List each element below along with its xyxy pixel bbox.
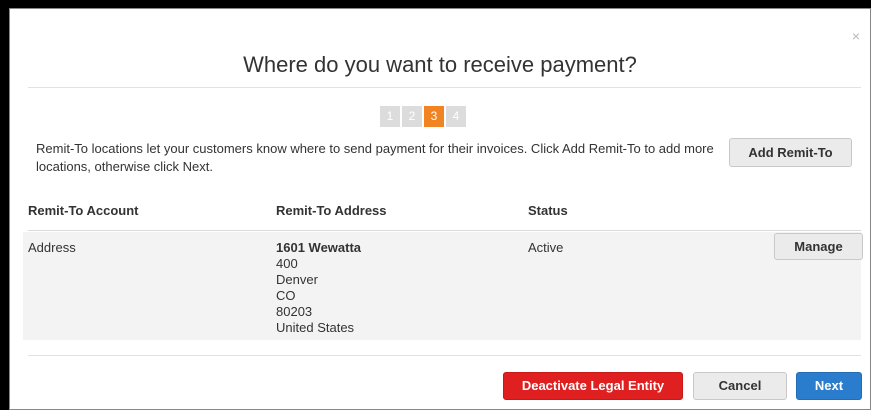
manage-button[interactable]: Manage xyxy=(774,233,863,260)
header-status: Status xyxy=(528,203,568,218)
address-state: CO xyxy=(276,288,296,303)
close-icon[interactable]: × xyxy=(852,29,860,43)
dialog-title: Where do you want to receive payment? xyxy=(243,52,637,77)
header-account: Remit-To Account xyxy=(28,203,139,218)
footer-divider xyxy=(28,355,861,356)
step-indicator: 1 2 3 4 xyxy=(380,106,466,127)
address-cell: 1601 Wewatta 400 Denver CO 80203 United … xyxy=(276,240,361,336)
divider xyxy=(28,87,861,88)
status-cell: Active xyxy=(528,240,564,255)
address-street: 1601 Wewatta xyxy=(276,240,362,255)
account-cell: Address xyxy=(28,240,76,255)
add-remit-to-button[interactable]: Add Remit-To xyxy=(729,138,852,167)
payment-dialog: × Where do you want to receive payment? … xyxy=(9,8,871,410)
next-button[interactable]: Next xyxy=(796,372,862,400)
step-1: 1 xyxy=(380,106,400,127)
address-zip: 80203 xyxy=(276,304,313,319)
cancel-button[interactable]: Cancel xyxy=(693,372,787,400)
table-header: Remit-To Account Remit-To Address Status xyxy=(28,203,861,231)
step-3-current: 3 xyxy=(424,106,444,127)
address-city: Denver xyxy=(276,272,318,287)
step-2: 2 xyxy=(402,106,422,127)
table-row: Address 1601 Wewatta 400 Denver CO 80203… xyxy=(23,232,861,340)
header-address: Remit-To Address xyxy=(276,203,387,218)
instructions-text: Remit-To locations let your customers kn… xyxy=(36,141,714,174)
address-country: United States xyxy=(276,320,355,335)
deactivate-legal-entity-button[interactable]: Deactivate Legal Entity xyxy=(503,372,683,400)
address-line2: 400 xyxy=(276,256,298,271)
step-4: 4 xyxy=(446,106,466,127)
